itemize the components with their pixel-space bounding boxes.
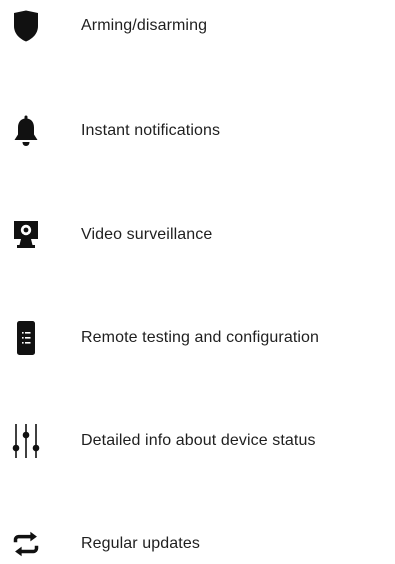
feature-item-updates: Regular updates [0, 524, 395, 564]
feature-list: Arming/disarming Instant notifications V… [0, 0, 395, 558]
feature-label: Detailed info about device status [81, 432, 316, 449]
repeat-icon [12, 524, 40, 564]
feature-label: Remote testing and configuration [81, 329, 320, 346]
shield-icon [12, 6, 40, 46]
feature-label: Regular updates [81, 535, 200, 552]
device-list-icon [12, 318, 40, 358]
feature-item-notifications: Instant notifications [0, 111, 395, 151]
feature-item-video: Video surveillance [0, 215, 395, 255]
bell-icon [12, 111, 40, 151]
feature-label: Arming/disarming [81, 17, 208, 34]
feature-item-device-status: Detailed info about device status [0, 421, 395, 461]
feature-item-arming: Arming/disarming [0, 6, 395, 46]
camera-icon [12, 215, 40, 255]
feature-label: Instant notifications [81, 122, 221, 139]
feature-label: Video surveillance [81, 226, 213, 243]
feature-item-remote-testing: Remote testing and configuration [0, 318, 395, 358]
sliders-icon [12, 421, 40, 461]
